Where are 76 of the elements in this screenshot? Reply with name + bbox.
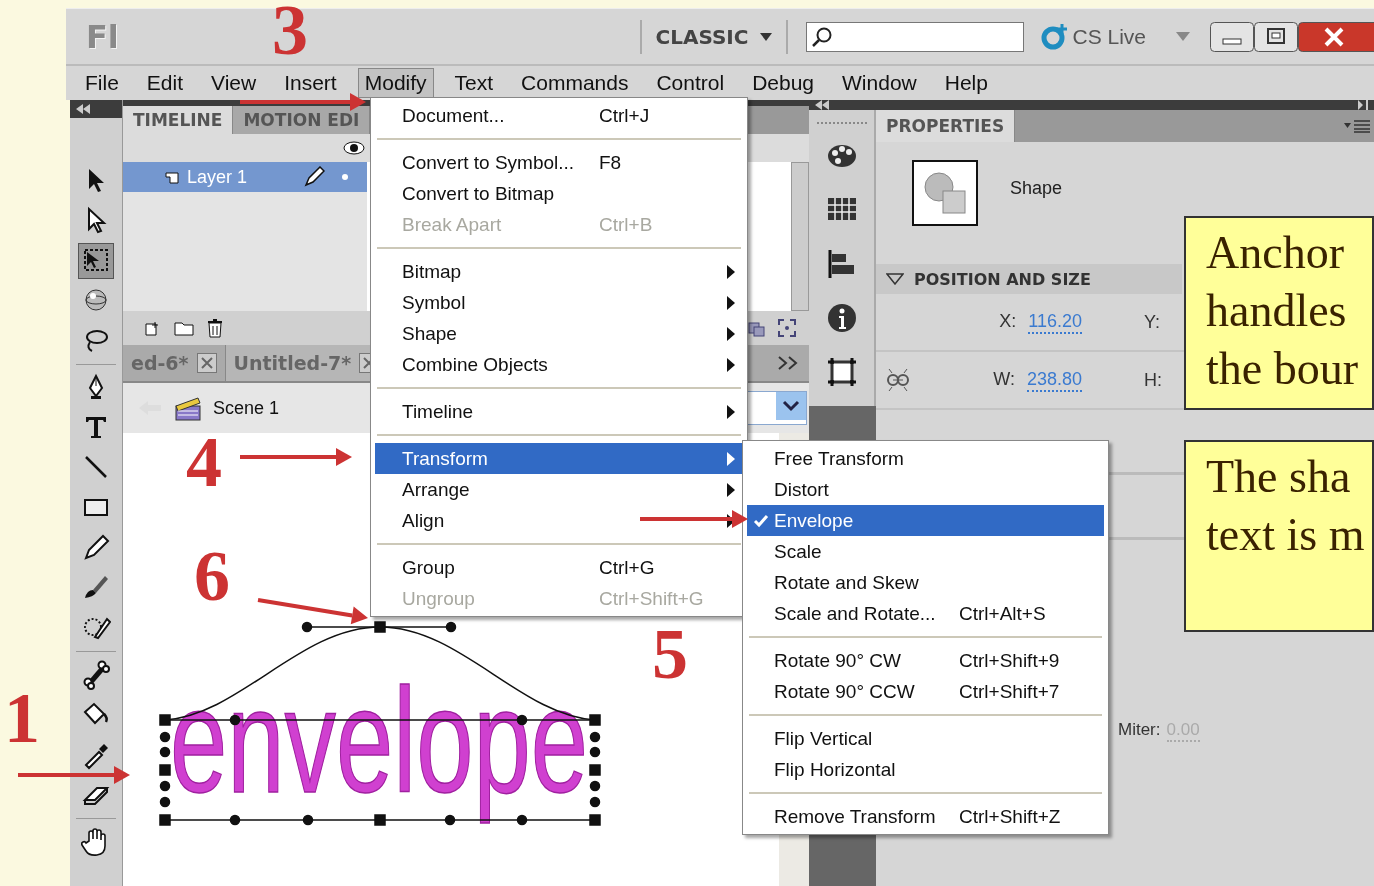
callout-text: handles [1206, 284, 1347, 338]
menu-item[interactable]: Flip Horizontal [747, 754, 1104, 785]
menu-item[interactable]: Text [447, 68, 501, 98]
collapse-icon[interactable] [76, 104, 90, 114]
menu-item[interactable]: Convert to Bitmap [375, 178, 743, 209]
menu-item[interactable]: Rotate 90° CCW Ctrl+Shift+7 [747, 676, 1104, 707]
menu-item[interactable]: File [78, 68, 126, 98]
step-number: 5 [652, 618, 688, 690]
close-button[interactable] [1298, 21, 1374, 52]
menu-item[interactable]: Flip Vertical [747, 723, 1104, 754]
cs-live-label[interactable]: CS Live [1072, 24, 1146, 49]
search-field[interactable] [806, 21, 1025, 52]
menu-item[interactable]: Rotate and Skew [747, 567, 1104, 598]
menu-item[interactable]: Rotate 90° CW Ctrl+Shift+9 [747, 645, 1104, 676]
step-number: 4 [186, 426, 222, 498]
field-label: W: [993, 368, 1015, 391]
menu-item[interactable]: Envelope [747, 505, 1104, 536]
step-number: 1 [4, 682, 40, 754]
menu-item[interactable]: Control [649, 68, 732, 98]
object-type-label: Shape [1010, 178, 1063, 199]
minimize-button[interactable] [1210, 21, 1254, 52]
caret-icon [760, 32, 773, 41]
menu-item[interactable]: Scale [747, 536, 1104, 567]
pencil-icon [303, 166, 325, 188]
menu-item[interactable]: Help [937, 68, 995, 98]
search-icon [811, 25, 834, 48]
field-label: Miter: [1118, 720, 1161, 741]
menu-item[interactable]: Modify [357, 68, 434, 98]
maximize-button[interactable] [1254, 21, 1298, 52]
layer-name: Layer 1 [187, 166, 249, 188]
step-number: 6 [194, 540, 230, 612]
callout-text: Anchor [1206, 226, 1344, 280]
panel-tab[interactable]: PROPERTIES [876, 110, 1016, 142]
callout-text: text is m [1206, 508, 1365, 562]
menu-item[interactable]: Distort [747, 474, 1104, 505]
menu-item[interactable]: Convert to Symbol... F8 [375, 147, 743, 178]
menu-item[interactable]: Scale and Rotate... Ctrl+Alt+S [747, 598, 1104, 629]
menu-item[interactable]: View [204, 68, 264, 98]
field-label: H: [1144, 369, 1162, 391]
step-number: 3 [272, 0, 308, 66]
field-label: X: [999, 310, 1017, 333]
menu-item[interactable]: Edit [139, 68, 191, 98]
panel-menu-icon[interactable] [1344, 119, 1370, 133]
shape-thumbnail-icon [912, 160, 978, 226]
expand-icon[interactable] [1358, 100, 1368, 110]
menu-item[interactable]: Commands [514, 68, 636, 98]
menu-item[interactable]: Free Transform [747, 443, 1104, 474]
callout-text: the bour [1206, 342, 1358, 396]
close-icon[interactable] [196, 353, 217, 373]
menu-item[interactable]: Transform [375, 443, 743, 474]
menu-item[interactable]: Debug [745, 68, 822, 98]
menu-item[interactable]: Window [835, 68, 924, 98]
workspace-dropdown[interactable]: CLASSIC [651, 24, 777, 49]
menu-item[interactable]: Document... Ctrl+J [375, 100, 743, 131]
info-icon[interactable] [825, 302, 858, 334]
menu-item[interactable]: Timeline [375, 396, 743, 427]
dot-icon [341, 173, 349, 181]
field-label: Y: [1144, 311, 1160, 333]
trash-icon[interactable] [205, 317, 225, 339]
panel-tab[interactable]: TIMELINE [123, 106, 234, 134]
scrollbar[interactable] [791, 162, 809, 311]
menu-item[interactable]: Group Ctrl+G [375, 552, 743, 583]
disclosure-triangle-icon [886, 273, 904, 285]
menu-item[interactable]: Bitmap [375, 256, 743, 287]
edit-markers-icon[interactable] [777, 318, 797, 338]
app-logo: Fl [86, 17, 119, 56]
menu-item[interactable]: Arrange [375, 474, 743, 505]
link-icon[interactable] [884, 367, 912, 393]
callout-text: The sha [1206, 450, 1351, 504]
chevron-down-icon [776, 392, 806, 420]
menu-item[interactable]: Symbol [375, 287, 743, 318]
section-header[interactable]: POSITION AND SIZE [876, 264, 1182, 294]
menu-item[interactable]: Remove Transform Ctrl+Shift+Z [747, 801, 1104, 832]
eye-icon[interactable] [343, 141, 365, 155]
menu-item[interactable]: Insert [277, 68, 344, 98]
scene-name: Scene 1 [213, 397, 280, 419]
